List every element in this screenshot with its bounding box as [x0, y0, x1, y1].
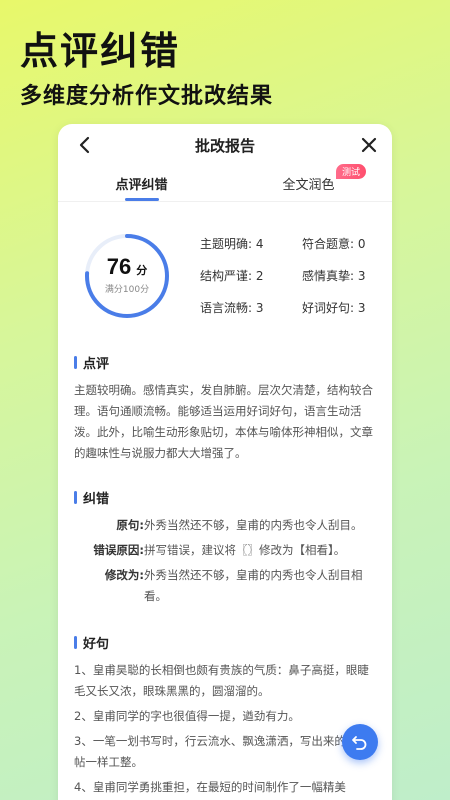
correction-row: 修改为: 外秀当然还不够，皇甫的内秀也令人刮目相看。 — [74, 565, 376, 607]
correction-row: 原句: 外秀当然还不够，皇甫的内秀也令人刮目。 — [74, 515, 376, 536]
metric-structure: 结构严谨: 2 — [200, 269, 264, 283]
hero-subtitle: 多维度分析作文批改结果 — [20, 84, 274, 109]
correction-label: 修改为: — [104, 568, 144, 582]
list-item: 4、皇甫同学勇挑重担，在最短的时间制作了一幅精美 — [74, 780, 346, 794]
review-text: 主题较明确。感情真实，发自肺腑。层次欠清楚，结构较合理。语句通顺流畅。能够适当运… — [74, 383, 373, 460]
correction-label: 原句: — [116, 518, 144, 532]
test-badge: 测试 — [335, 164, 366, 179]
tab-polish-label: 全文润色 — [282, 178, 335, 193]
metric-relevance: 符合题意: 0 — [302, 237, 366, 251]
correction-value: 拼写错误，建议将〖〗修改为【相看】。 — [144, 543, 346, 557]
score-value: 76 — [106, 254, 132, 279]
good-sentences-title: 好句 — [83, 637, 110, 652]
correction-label: 错误原因: — [93, 543, 144, 557]
list-item: 3、一笔一划书写时，行云流水、飘逸潇洒，写出来的像字帖一样工整。 — [74, 734, 369, 769]
correction-value: 外秀当然还不够，皇甫的内秀也令人刮目。 — [144, 518, 363, 532]
section-marker — [74, 356, 77, 369]
tab-review[interactable]: 点评纠错 — [58, 166, 225, 201]
list-item: 1、皇甫昊聪的长相倒也颇有贵族的气质：鼻子高挺，眼睫毛又长又浓，眼珠黑黑的，圆溜… — [74, 663, 369, 698]
nav-title: 批改报告 — [194, 136, 255, 155]
tab-review-label: 点评纠错 — [115, 178, 168, 193]
score-text: 76 分 满分100分 — [83, 254, 171, 295]
review-title: 点评 — [83, 357, 110, 372]
score-full: 满分100分 — [104, 285, 150, 295]
nav-bar: 批改报告 — [58, 124, 392, 166]
section-marker — [74, 491, 77, 504]
list-item: 2、皇甫同学的字也很值得一提，遒劲有力。 — [74, 709, 300, 723]
score-area: 76 分 满分100分 主题明确: 4 符合题意: 0 结构严谨: 2 感情真挚… — [58, 202, 392, 320]
metric-theme: 主题明确: 4 — [200, 237, 264, 251]
score-unit: 分 — [136, 264, 148, 277]
back-arrow-icon[interactable] — [74, 134, 96, 156]
metric-emotion: 感情真挚: 3 — [302, 269, 366, 283]
undo-button[interactable] — [342, 724, 378, 760]
review-section: 点评 主题较明确。感情真实，发自肺腑。层次欠清楚，结构较合理。语句通顺流畅。能够… — [58, 353, 392, 464]
correction-title: 纠错 — [83, 492, 110, 507]
tab-bar: 点评纠错 全文润色 测试 — [58, 164, 392, 202]
hero-title: 点评纠错 — [20, 29, 181, 73]
report-card: 批改报告 点评纠错 全文润色 测试 76 分 满分100分 主题明确: 4 符合… — [58, 124, 392, 800]
section-marker — [74, 636, 77, 649]
metric-wording: 好词好句: 3 — [302, 301, 366, 315]
good-sentences-section: 好句 1、皇甫昊聪的长相倒也颇有贵族的气质：鼻子高挺，眼睫毛又长又浓，眼珠黑黑的… — [58, 633, 392, 798]
correction-value: 外秀当然还不够，皇甫的内秀也令人刮目相看。 — [144, 568, 363, 603]
correction-row: 错误原因: 拼写错误，建议将〖〗修改为【相看】。 — [74, 540, 376, 561]
close-icon[interactable] — [358, 134, 380, 156]
undo-icon — [352, 736, 367, 750]
metric-fluency: 语言流畅: 3 — [200, 301, 264, 315]
correction-section: 纠错 原句: 外秀当然还不够，皇甫的内秀也令人刮目。 错误原因: 拼写错误，建议… — [58, 488, 392, 607]
tab-polish[interactable]: 全文润色 测试 — [225, 164, 392, 201]
